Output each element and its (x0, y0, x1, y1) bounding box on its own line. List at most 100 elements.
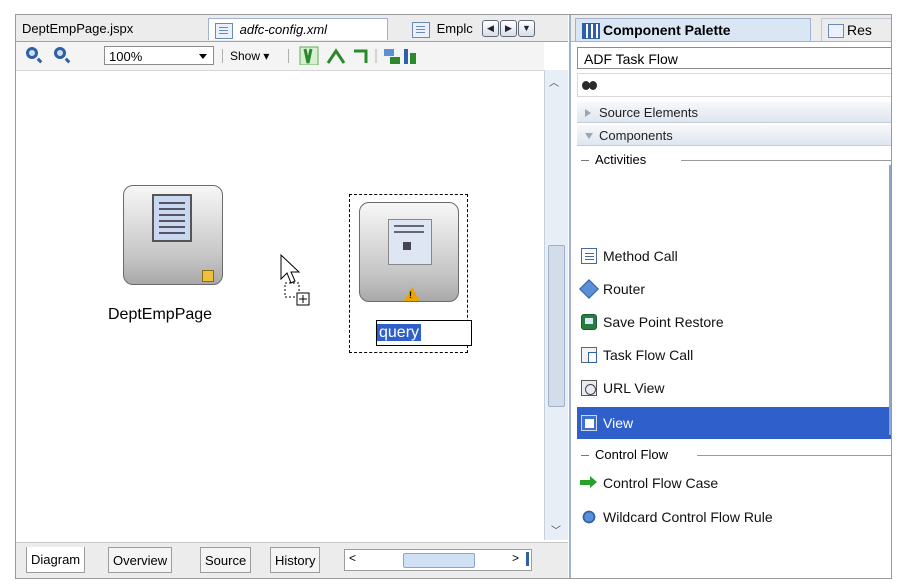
group-activities: Activities (577, 150, 891, 170)
tab-history[interactable]: History (270, 547, 321, 573)
tab-deptemppage[interactable]: DeptEmpPage.jspx (16, 18, 206, 40)
warning-icon (404, 287, 420, 301)
file-icon (412, 21, 430, 38)
palette-tab-bar: Component Palette Res (571, 15, 891, 42)
toolbar-separator (222, 49, 223, 63)
node-query[interactable]: ! (359, 202, 459, 302)
tab-list-icon[interactable]: ▼ (518, 20, 535, 37)
group-label: Activities (595, 150, 653, 170)
scrollbar-thumb[interactable] (548, 245, 565, 407)
task-flow-call-icon (581, 347, 597, 363)
tab-nav-buttons: ◀ ▶ ▼ (482, 19, 536, 37)
tab-label: Emplc (436, 21, 473, 36)
tab-label: Res (847, 22, 872, 38)
palette-item-url-view[interactable]: URL View (577, 373, 891, 403)
item-label: View (603, 415, 634, 431)
view-page-icon (388, 219, 432, 265)
editor-tab-bar: DeptEmpPage.jspx adfc-config.xml Emplc ◀… (16, 15, 568, 42)
section-components[interactable]: Components (577, 124, 891, 146)
tab-overview[interactable]: Overview (108, 547, 173, 573)
show-menu-button[interactable]: Show ▾ (230, 46, 269, 66)
method-call-icon (581, 248, 597, 264)
view-icon (581, 415, 597, 431)
horizontal-scrollbar[interactable]: < > (344, 549, 532, 571)
library-value: ADF Task Flow (584, 51, 678, 67)
item-label: Method Call (603, 248, 678, 264)
palette-item-wildcard-control-flow-rule[interactable]: Wildcard Control Flow Rule (577, 502, 891, 532)
chevron-right-icon (585, 109, 591, 117)
group-control-flow: Control Flow (577, 445, 891, 465)
tab-label: adfc-config.xml (239, 22, 328, 37)
item-label: Wildcard Control Flow Rule (603, 509, 773, 525)
zoom-out-icon[interactable] (54, 47, 66, 59)
tab-label: DeptEmpPage.jspx (22, 21, 134, 36)
tab-source[interactable]: Source (200, 547, 252, 573)
tab-emplc[interactable]: Emplc (406, 18, 482, 40)
group-label: Control Flow (595, 445, 674, 465)
palette-item-method-call[interactable]: Method Call (577, 241, 891, 271)
diagram-editor: DeptEmpPage.jspx adfc-config.xml Emplc ◀… (16, 15, 568, 578)
zoom-in-icon[interactable] (26, 47, 38, 59)
layout-corner-icon (354, 49, 368, 63)
distribute-icon (404, 49, 408, 64)
palette-item-save-point-restore[interactable]: Save Point Restore (577, 307, 891, 337)
tab-component-palette[interactable]: Component Palette (575, 18, 811, 41)
drag-cursor-icon (280, 253, 310, 306)
zoom-select[interactable]: 100% (104, 46, 214, 65)
item-label: Save Point Restore (603, 314, 724, 330)
xml-file-icon (215, 22, 233, 39)
router-icon (579, 279, 599, 299)
wildcard-icon (581, 509, 597, 525)
section-source-elements[interactable]: Source Elements (577, 101, 891, 123)
tab-resources[interactable]: Res (821, 18, 891, 41)
palette-search-field[interactable] (577, 73, 891, 97)
palette-item-task-flow-call[interactable]: Task Flow Call (577, 340, 891, 370)
chevron-down-icon (585, 133, 593, 139)
palette-item-view[interactable]: View (577, 407, 891, 439)
layout-horizontal-icon (326, 48, 346, 64)
item-label: URL View (603, 380, 665, 396)
node-deptemppage[interactable] (123, 185, 223, 285)
tab-diagram[interactable]: Diagram (26, 547, 86, 573)
scroll-end-marker (526, 552, 529, 566)
resources-icon (828, 24, 844, 39)
palette-item-control-flow-case[interactable]: Control Flow Case (577, 468, 891, 498)
palette-scrollbar[interactable] (889, 165, 891, 435)
section-label: Source Elements (599, 105, 698, 120)
scroll-left-icon[interactable]: < (349, 551, 356, 565)
align-icon (384, 49, 394, 56)
scroll-left-icon[interactable]: ◀ (482, 20, 499, 37)
node-label[interactable]: DeptEmpPage (108, 306, 212, 324)
section-label: Components (599, 128, 673, 143)
editor-bottom-bar: Diagram Overview Source History < > (16, 542, 568, 578)
layout-icons (299, 46, 416, 65)
page-file-icon (202, 270, 214, 282)
diagram-toolbar: 100% Show ▾ (16, 42, 544, 71)
tab-adfc-config[interactable]: adfc-config.xml (208, 18, 388, 40)
url-view-icon (581, 380, 597, 396)
palette-icon (582, 23, 600, 40)
ide-frame: DeptEmpPage.jspx adfc-config.xml Emplc ◀… (15, 14, 892, 579)
binoculars-icon[interactable] (582, 79, 597, 91)
node-label-text[interactable]: query (377, 324, 422, 341)
diagram-canvas[interactable]: DeptEmpPage ! query (16, 71, 544, 541)
scrollbar-thumb[interactable] (403, 553, 475, 568)
item-label: Control Flow Case (603, 475, 719, 491)
tab-label: Component Palette (603, 22, 731, 38)
scroll-down-icon[interactable]: ﹀ (551, 522, 561, 537)
view-page-icon (152, 194, 192, 242)
item-label: Router (603, 281, 646, 297)
palette-item-router[interactable]: Router (577, 274, 891, 304)
scroll-up-icon[interactable]: ︿ (549, 74, 559, 89)
scroll-right-icon[interactable]: ▶ (500, 20, 517, 37)
node-label-editor[interactable]: query (376, 320, 472, 346)
zoom-value: 100% (109, 49, 143, 64)
palette-library-select[interactable]: ADF Task Flow (577, 47, 891, 69)
save-point-icon (581, 314, 597, 330)
toolbar-separator (288, 49, 289, 63)
vertical-scrollbar[interactable]: ︿ ﹀ (544, 70, 568, 540)
item-label: Task Flow Call (603, 347, 694, 363)
arrow-right-icon (580, 476, 597, 488)
scroll-right-icon[interactable]: > (512, 551, 519, 565)
component-palette: Component Palette Res ADF Task Flow Sour… (569, 15, 891, 578)
